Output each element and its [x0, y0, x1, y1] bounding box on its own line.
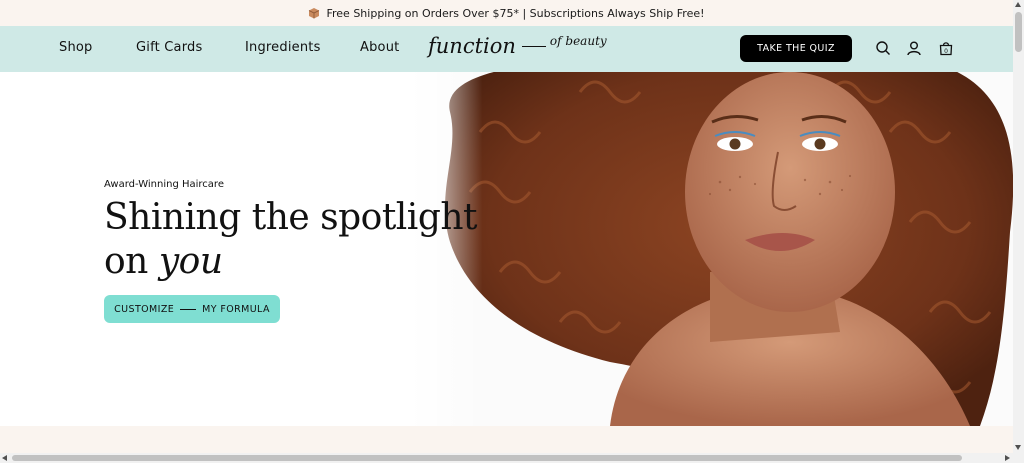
package-icon — [309, 8, 320, 19]
take-quiz-button[interactable]: TAKE THE QUIZ — [740, 35, 852, 62]
search-icon[interactable] — [875, 40, 891, 56]
main-nav: Shop Gift Cards Ingredients About functi… — [0, 26, 1013, 72]
scroll-left-icon[interactable] — [2, 455, 7, 461]
nav-gift-cards[interactable]: Gift Cards — [136, 40, 202, 55]
hero-headline: Shining the spotlight on you — [104, 196, 524, 284]
logo-divider — [521, 45, 546, 47]
customize-formula-button[interactable]: CUSTOMIZE MY FORMULA — [104, 295, 280, 323]
vertical-scrollbar[interactable] — [1013, 0, 1024, 453]
cart-count: 0 — [944, 48, 948, 55]
cta-left-label: CUSTOMIZE — [114, 303, 175, 315]
brand-logo[interactable]: function of beauty — [428, 34, 607, 58]
nav-about[interactable]: About — [360, 40, 399, 55]
announcement-bar: Free Shipping on Orders Over $75* | Subs… — [0, 0, 1013, 26]
scroll-up-icon[interactable] — [1015, 2, 1021, 7]
headline-line-1: Shining the spotlight — [104, 197, 478, 238]
logo-main-text: function — [428, 34, 516, 58]
nav-shop[interactable]: Shop — [59, 40, 93, 55]
headline-line-2: on you — [104, 240, 524, 284]
announcement-text: Free Shipping on Orders Over $75* | Subs… — [326, 6, 705, 20]
headline-emphasis: you — [158, 241, 223, 282]
horizontal-scroll-thumb[interactable] — [12, 455, 962, 461]
cart-icon[interactable]: 0 — [938, 40, 954, 56]
scroll-right-icon[interactable] — [1005, 455, 1010, 461]
headline-line-2-plain: on — [104, 241, 159, 282]
next-section-strip — [0, 426, 1013, 453]
logo-sub-text: of beauty — [549, 34, 607, 48]
horizontal-scrollbar[interactable] — [0, 453, 1024, 463]
cta-right-label: MY FORMULA — [202, 303, 270, 315]
scroll-down-icon[interactable] — [1015, 445, 1021, 450]
nav-ingredients[interactable]: Ingredients — [245, 40, 321, 55]
account-icon[interactable] — [906, 40, 922, 56]
hero-section: Award-Winning Haircare Shining the spotl… — [0, 72, 1013, 426]
hero-eyebrow: Award-Winning Haircare — [104, 179, 224, 190]
vertical-scroll-thumb[interactable] — [1015, 12, 1022, 52]
cta-divider — [180, 308, 197, 310]
